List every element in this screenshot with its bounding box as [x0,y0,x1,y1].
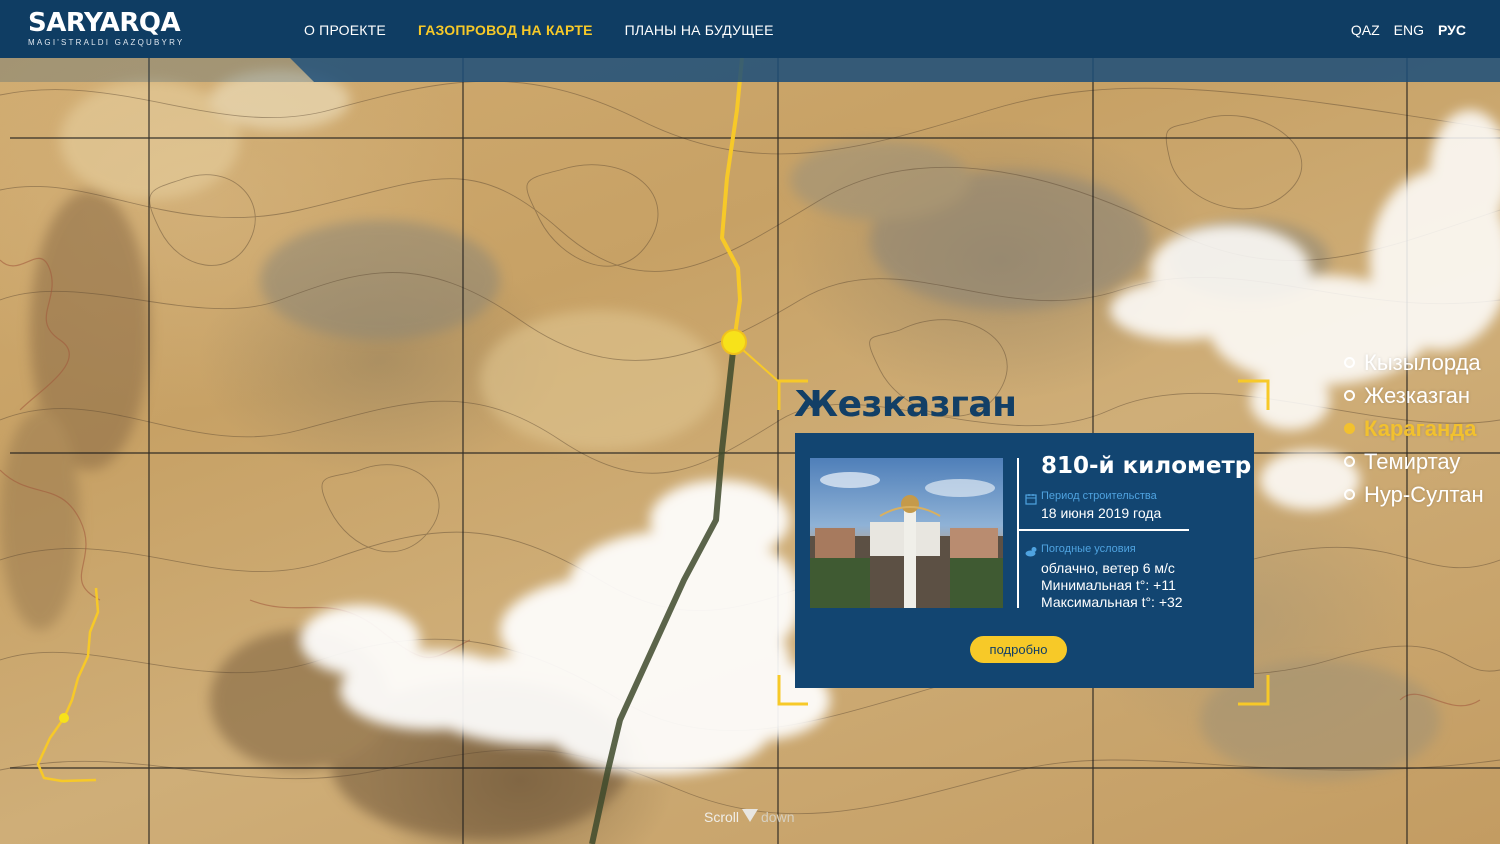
city-list: Кызылорда Жезказган Караганда Темиртау Н… [1344,346,1484,511]
circle-icon [1344,357,1355,368]
scroll-hint-word: Scroll [704,809,740,825]
city-item-nur-sultan[interactable]: Нур-Султан [1344,478,1484,511]
weather-min-temp: Минимальная t°: +11 [1041,577,1176,593]
main-nav: О ПРОЕКТЕ ГАЗОПРОВОД НА КАРТЕ ПЛАНЫ НА Б… [304,22,774,38]
city-item-kyzylorda[interactable]: Кызылорда [1344,346,1484,379]
satellite-map[interactable] [0,0,1500,844]
card-divider [1017,458,1019,608]
lang-eng[interactable]: ENG [1394,22,1424,38]
city-item-temirtau[interactable]: Темиртау [1344,445,1484,478]
calendar-icon [1025,492,1037,510]
construction-period-label: Период строительства [1041,490,1157,502]
lang-qaz[interactable]: QAZ [1351,22,1380,38]
city-name: Нур-Султан [1364,481,1484,507]
map-overlay [0,57,1500,844]
circle-icon [1344,456,1355,467]
pipeline-position-marker [721,329,747,355]
filled-circle-icon [1344,423,1355,434]
brand-logo[interactable]: SARYARQA MAGI'STRALDI GAZQUBYRY [28,8,184,48]
city-item-karaganda[interactable]: Караганда [1344,412,1484,445]
minimap-position-marker [59,713,69,723]
city-item-zhezkazgan[interactable]: Жезказган [1344,379,1484,412]
city-name: Жезказган [1364,382,1470,408]
city-name: Темиртау [1364,448,1461,474]
city-title: Жезказган [794,384,1017,425]
city-name: Караганда [1364,415,1477,441]
city-photo [810,458,1003,608]
kilometer-heading: 810-й километр [1041,453,1252,479]
language-switcher: QAZ ENG РУС [1351,22,1466,38]
lang-rus[interactable]: РУС [1438,22,1466,38]
triangle-down-icon [742,809,759,825]
nav-future-plans[interactable]: ПЛАНЫ НА БУДУЩЕЕ [625,22,774,38]
construction-period-value: 18 июня 2019 года [1041,505,1162,521]
weather-icon [1025,544,1038,562]
brand-subtitle: MAGI'STRALDI GAZQUBYRY [28,38,185,47]
milestone-info-card: 810-й километр Период строительства 18 и… [795,433,1254,688]
header-shadow-band [0,58,1500,82]
scroll-hint-word: down [761,809,795,825]
brand-title: SARYARQA [28,8,181,38]
card-section-divider [1019,529,1189,531]
weather-label: Погодные условия [1041,543,1136,555]
pipeline-built [720,57,744,343]
weather-summary: облачно, ветер 6 м/с [1041,560,1175,576]
top-navigation-bar: SARYARQA MAGI'STRALDI GAZQUBYRY О ПРОЕКТ… [0,0,1500,58]
circle-icon [1344,390,1355,401]
nav-about[interactable]: О ПРОЕКТЕ [304,22,386,38]
details-button[interactable]: подробно [970,636,1067,663]
nav-pipeline-map[interactable]: ГАЗОПРОВОД НА КАРТЕ [418,22,593,38]
weather-max-temp: Максимальная t°: +32 [1041,594,1183,610]
city-name: Кызылорда [1364,349,1481,375]
scroll-down-hint[interactable]: Scroll down [704,809,794,825]
circle-icon [1344,489,1355,500]
